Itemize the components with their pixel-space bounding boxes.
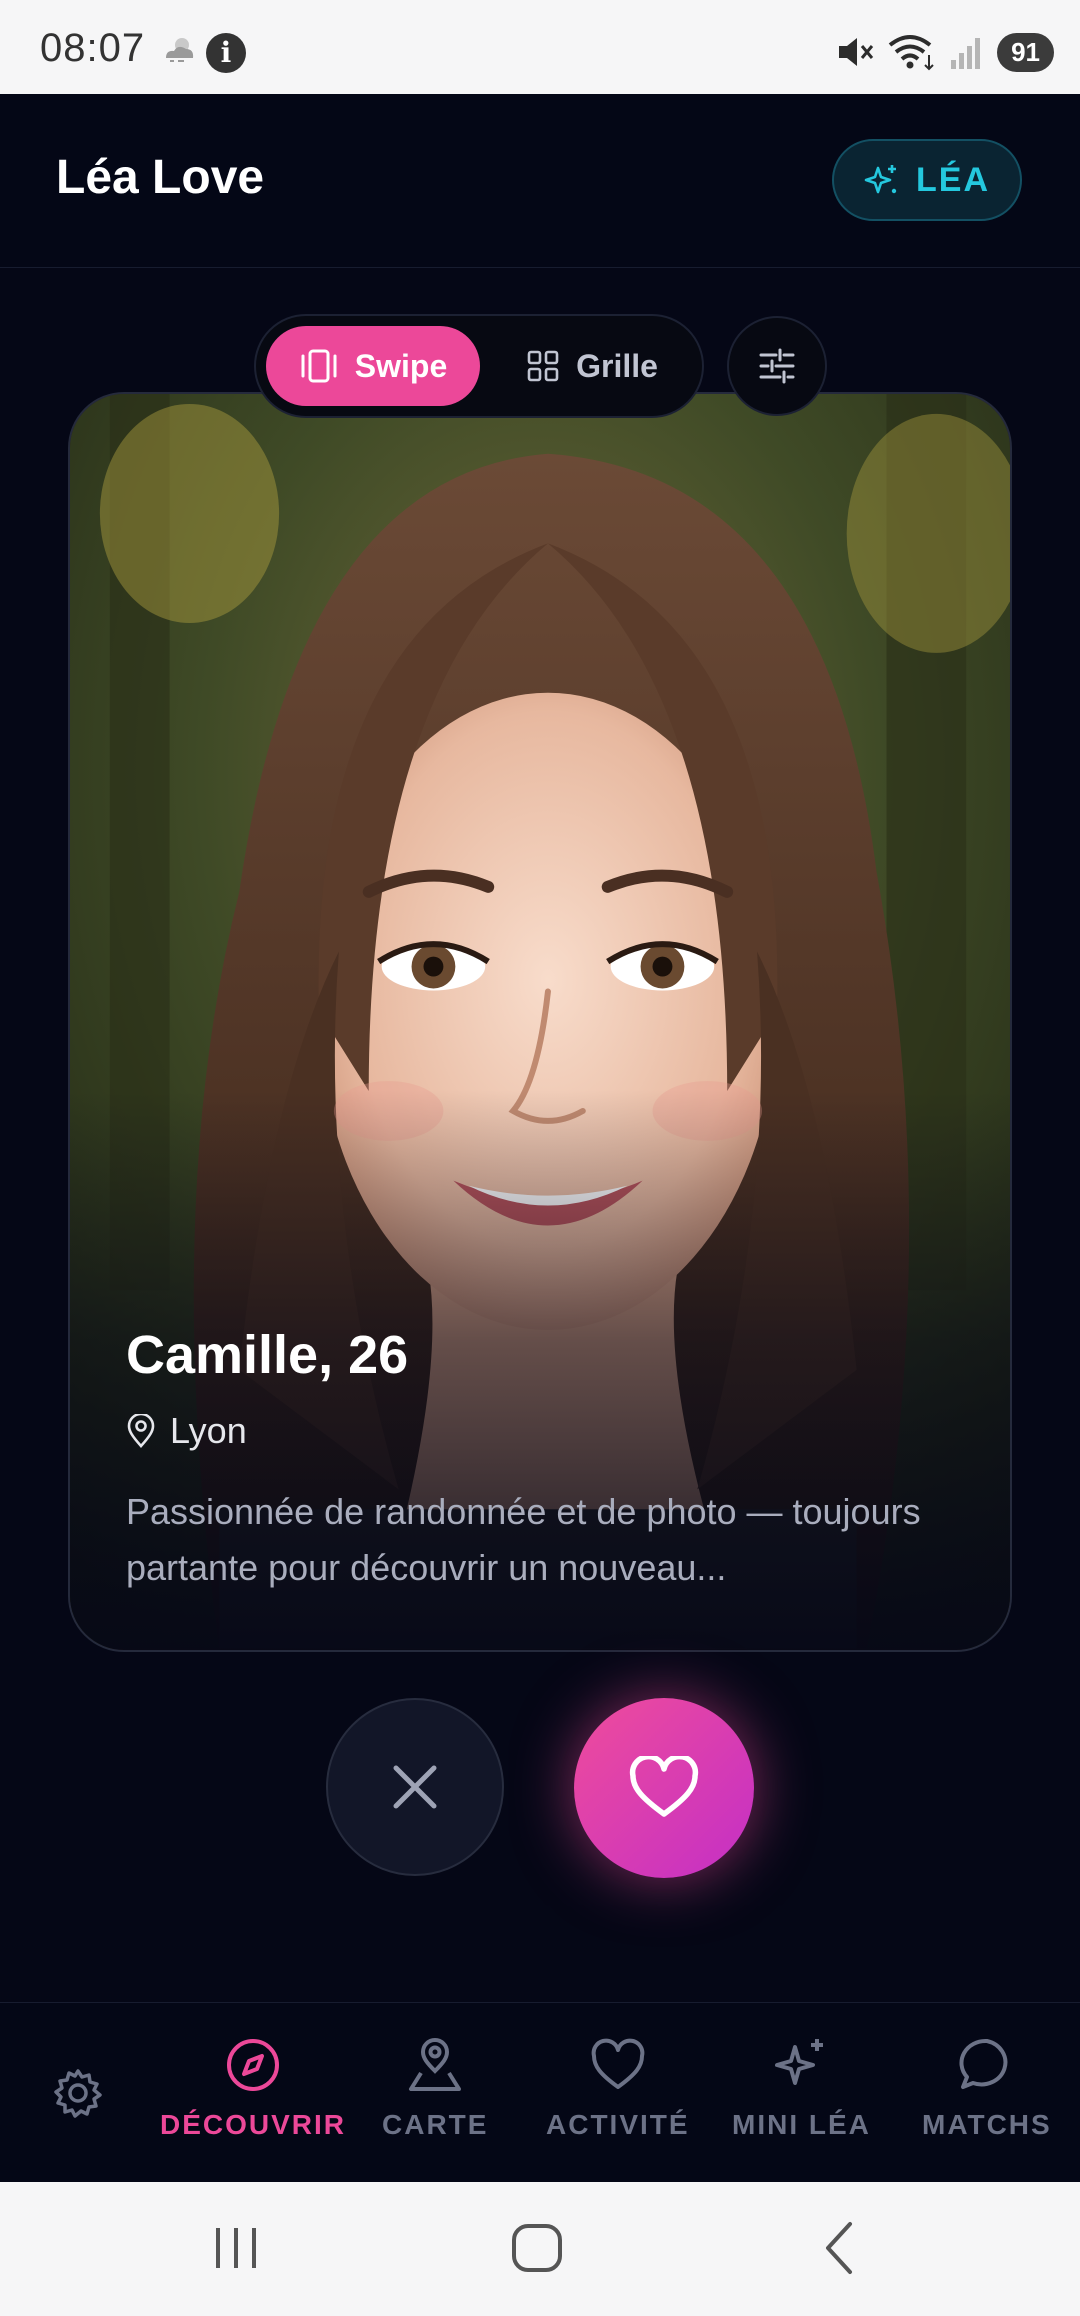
- status-time: 08:07: [40, 26, 146, 70]
- nav-label: DÉCOUVRIR: [160, 2109, 347, 2140]
- recent-apps-icon[interactable]: [206, 2218, 266, 2278]
- nav-label: MATCHS: [922, 2109, 1052, 2140]
- view-mode-toggle: Swipe Grille: [254, 314, 704, 418]
- profile-city: Lyon: [170, 1410, 247, 1451]
- nav-item-decouvrir[interactable]: DÉCOUVRIR: [160, 2037, 346, 2141]
- nav-label: MINI LÉA: [732, 2109, 871, 2140]
- nav-item-matchs[interactable]: MATCHS: [922, 2037, 1052, 2141]
- chat-icon: [959, 2038, 1008, 2089]
- app-header: Léa Love LÉA: [0, 94, 1080, 268]
- filters-button[interactable]: [727, 316, 827, 416]
- app-title: Léa Love: [56, 151, 265, 204]
- nav-item-carte[interactable]: CARTE: [382, 2037, 488, 2141]
- sparkles-icon: [775, 2039, 824, 2085]
- swipe-mode-label: Swipe: [354, 347, 448, 384]
- close-icon: [393, 1765, 437, 1809]
- sliders-icon: [759, 348, 795, 384]
- settings-button[interactable]: [52, 2067, 104, 2124]
- home-icon[interactable]: [508, 2218, 568, 2278]
- weather-icon: [166, 38, 194, 62]
- heart-icon: [591, 2038, 645, 2089]
- grid-mode-label: Grille: [576, 347, 658, 384]
- lea-button-label: LÉA: [916, 160, 990, 199]
- info-icon: i: [206, 33, 246, 73]
- grid-mode-button[interactable]: Grille: [488, 326, 696, 406]
- like-button[interactable]: [574, 1698, 754, 1878]
- cards-icon: [301, 349, 337, 383]
- nav-label: CARTE: [382, 2109, 489, 2140]
- nav-item-activite[interactable]: ACTIVITÉ: [546, 2037, 690, 2141]
- profile-name-age: Camille, 26: [126, 1325, 409, 1385]
- nav-label: ACTIVITÉ: [546, 2109, 690, 2140]
- lea-assistant-button[interactable]: LÉA: [832, 139, 1022, 221]
- battery-icon: 91: [997, 32, 1054, 72]
- map-pin-icon: [409, 2038, 462, 2091]
- sparkles-icon: [864, 165, 897, 194]
- profile-bio: Passionnée de randonnée et de photo — to…: [126, 1491, 921, 1588]
- back-icon[interactable]: [810, 2218, 870, 2278]
- status-icons: 91: [835, 30, 1054, 74]
- status-bar: 08:07 i 91: [0, 0, 1080, 94]
- map-pin-icon: [127, 1414, 155, 1448]
- grid-icon: [527, 350, 559, 382]
- compass-icon: [227, 2039, 279, 2091]
- signal-icon: [951, 38, 981, 69]
- bottom-navigation: DÉCOUVRIR CARTE ACTIVITÉ MINI LÉA MATCHS: [0, 2002, 1080, 2182]
- mute-icon: [839, 38, 874, 66]
- nav-item-mini-lea[interactable]: MINI LÉA: [732, 2037, 871, 2141]
- system-navigation-bar: [0, 2182, 1080, 2316]
- profile-location: Lyon: [126, 1410, 247, 1452]
- swipe-mode-button[interactable]: Swipe: [266, 326, 480, 406]
- heart-icon: [629, 1756, 699, 1817]
- profile-card[interactable]: Camille, 26 Lyon Passionnée de randonnée…: [68, 392, 1012, 1652]
- gear-icon: [54, 2069, 102, 2118]
- wifi-icon: [888, 35, 934, 71]
- pass-button[interactable]: [326, 1698, 504, 1876]
